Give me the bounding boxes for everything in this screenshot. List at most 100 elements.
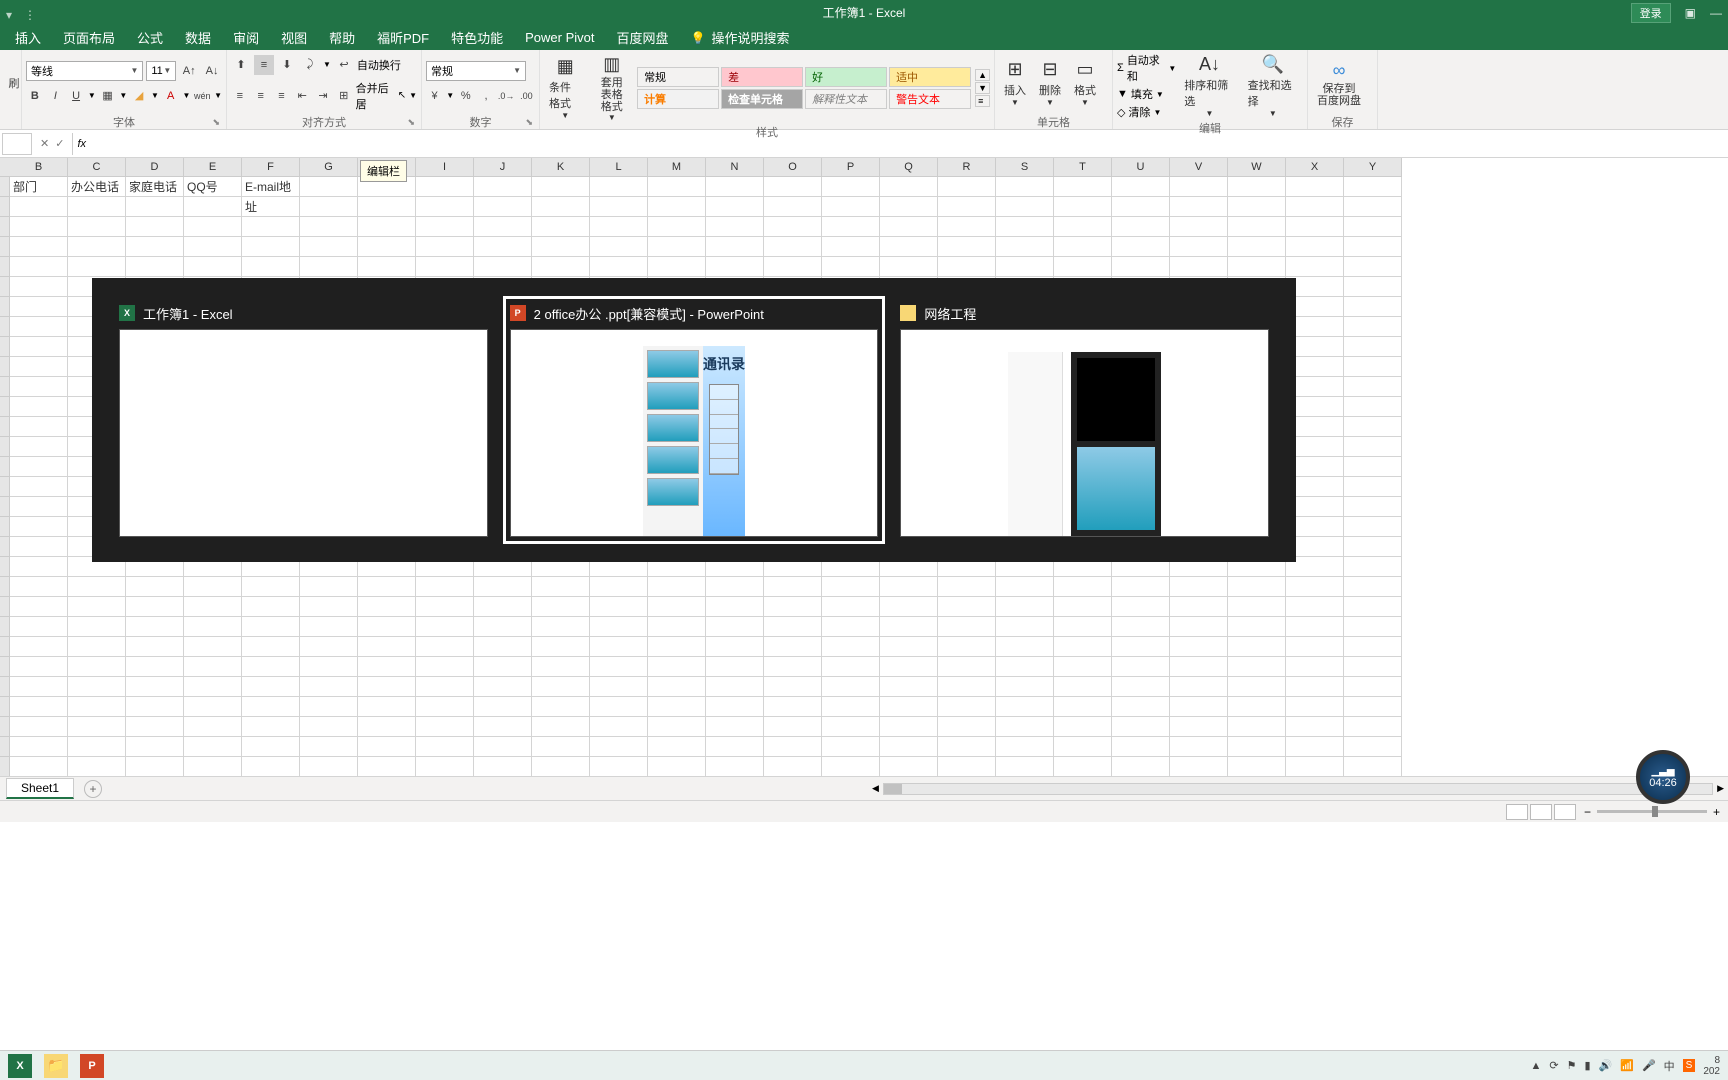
qat-more-icon[interactable]: ⋮ bbox=[24, 8, 34, 18]
cell[interactable] bbox=[1344, 617, 1402, 637]
cell[interactable] bbox=[532, 577, 590, 597]
delete-cells-button[interactable]: ⊟ 删除 ▼ bbox=[1034, 57, 1066, 109]
cell[interactable] bbox=[1286, 697, 1344, 717]
cell[interactable] bbox=[1344, 637, 1402, 657]
tab-view[interactable]: 视图 bbox=[281, 28, 307, 47]
cell[interactable] bbox=[242, 257, 300, 277]
cell[interactable] bbox=[1170, 577, 1228, 597]
chevron-down-icon[interactable]: ▼ bbox=[409, 91, 417, 100]
cell[interactable] bbox=[1112, 757, 1170, 776]
cell[interactable] bbox=[590, 257, 648, 277]
cell[interactable] bbox=[184, 657, 242, 677]
column-header[interactable]: Q bbox=[880, 158, 938, 177]
cell[interactable] bbox=[1054, 197, 1112, 217]
cell[interactable]: 家庭电话 bbox=[126, 177, 184, 197]
cell[interactable] bbox=[648, 737, 706, 757]
cell[interactable] bbox=[184, 577, 242, 597]
taskbar-powerpoint-icon[interactable]: P bbox=[80, 1054, 104, 1078]
cell[interactable] bbox=[532, 717, 590, 737]
cell[interactable] bbox=[648, 237, 706, 257]
cell[interactable] bbox=[1286, 617, 1344, 637]
cell[interactable] bbox=[1228, 677, 1286, 697]
dialog-launcher-icon[interactable]: ⬊ bbox=[407, 117, 415, 128]
cell[interactable] bbox=[706, 577, 764, 597]
cell[interactable] bbox=[880, 197, 938, 217]
cell[interactable] bbox=[358, 617, 416, 637]
cell[interactable] bbox=[822, 217, 880, 237]
sort-filter-button[interactable]: A↓ 排序和筛选 ▼ bbox=[1179, 52, 1239, 120]
cancel-formula-icon[interactable]: ✕ bbox=[40, 137, 49, 150]
align-top-icon[interactable]: ⬆ bbox=[231, 55, 251, 75]
cell[interactable] bbox=[590, 757, 648, 776]
cell[interactable] bbox=[938, 717, 996, 737]
cell[interactable] bbox=[822, 677, 880, 697]
merge-center-label[interactable]: 合并后居 bbox=[356, 80, 395, 112]
align-left-icon[interactable]: ≡ bbox=[231, 86, 249, 106]
dialog-launcher-icon[interactable]: ⬊ bbox=[212, 117, 220, 128]
cell[interactable] bbox=[358, 737, 416, 757]
cell[interactable] bbox=[184, 597, 242, 617]
cell[interactable] bbox=[1112, 657, 1170, 677]
align-middle-icon[interactable]: ≡ bbox=[254, 55, 274, 75]
cell[interactable] bbox=[1286, 257, 1344, 277]
cell[interactable] bbox=[880, 617, 938, 637]
cell[interactable] bbox=[300, 717, 358, 737]
minimize-button[interactable]: — bbox=[1710, 6, 1722, 20]
cell[interactable] bbox=[648, 697, 706, 717]
cell[interactable] bbox=[648, 717, 706, 737]
cell[interactable] bbox=[996, 257, 1054, 277]
cell[interactable] bbox=[1344, 537, 1402, 557]
bold-button[interactable]: B bbox=[26, 86, 44, 106]
cell[interactable] bbox=[416, 737, 474, 757]
cell[interactable] bbox=[126, 677, 184, 697]
cell[interactable] bbox=[1112, 717, 1170, 737]
cell[interactable] bbox=[242, 217, 300, 237]
column-header[interactable]: P bbox=[822, 158, 880, 177]
cell[interactable] bbox=[416, 237, 474, 257]
cell[interactable] bbox=[10, 377, 68, 397]
cell[interactable] bbox=[10, 197, 68, 217]
cell[interactable] bbox=[1344, 457, 1402, 477]
chevron-down-icon[interactable]: ▼ bbox=[214, 91, 222, 100]
cell[interactable] bbox=[1344, 337, 1402, 357]
cell[interactable] bbox=[1344, 177, 1402, 197]
cell[interactable] bbox=[880, 657, 938, 677]
qat-dropdown-icon[interactable]: ▾ bbox=[6, 8, 16, 18]
scroll-thumb[interactable] bbox=[884, 784, 902, 794]
cell[interactable] bbox=[706, 257, 764, 277]
cell[interactable] bbox=[474, 217, 532, 237]
scroll-right-icon[interactable]: ▶ bbox=[1713, 783, 1728, 794]
cell[interactable] bbox=[822, 177, 880, 197]
cell[interactable] bbox=[648, 197, 706, 217]
cell[interactable] bbox=[10, 257, 68, 277]
cell[interactable] bbox=[706, 177, 764, 197]
cell[interactable] bbox=[68, 697, 126, 717]
scroll-left-icon[interactable]: ◀ bbox=[868, 783, 883, 794]
cell[interactable] bbox=[822, 737, 880, 757]
cell[interactable] bbox=[300, 637, 358, 657]
cell[interactable] bbox=[1344, 297, 1402, 317]
cell[interactable] bbox=[822, 257, 880, 277]
cell[interactable] bbox=[10, 537, 68, 557]
cell[interactable] bbox=[300, 197, 358, 217]
cell[interactable] bbox=[822, 597, 880, 617]
cell[interactable] bbox=[126, 737, 184, 757]
cell[interactable] bbox=[126, 617, 184, 637]
cell[interactable] bbox=[358, 757, 416, 776]
cell[interactable] bbox=[300, 237, 358, 257]
cell[interactable] bbox=[126, 217, 184, 237]
cell[interactable] bbox=[68, 597, 126, 617]
cell[interactable] bbox=[996, 197, 1054, 217]
cell[interactable] bbox=[1286, 217, 1344, 237]
cell[interactable] bbox=[590, 197, 648, 217]
cell[interactable] bbox=[706, 677, 764, 697]
cell[interactable] bbox=[1170, 237, 1228, 257]
column-header[interactable]: Y bbox=[1344, 158, 1402, 177]
cell[interactable] bbox=[938, 177, 996, 197]
cell[interactable] bbox=[996, 737, 1054, 757]
cell[interactable] bbox=[184, 677, 242, 697]
cell[interactable] bbox=[474, 717, 532, 737]
column-header[interactable]: O bbox=[764, 158, 822, 177]
cell[interactable]: 部门 bbox=[10, 177, 68, 197]
cell[interactable] bbox=[416, 657, 474, 677]
